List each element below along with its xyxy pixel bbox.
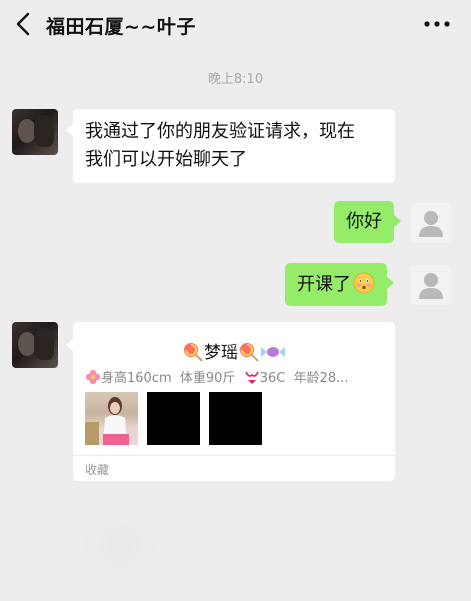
contact-card[interactable]: 梦瑶 身高160cm 体重90斤 36C 年龄28... 收藏 — [66, 322, 395, 481]
card-footer-label: 收藏 — [85, 463, 110, 477]
card-photo[interactable] — [85, 392, 138, 445]
chevron-left-icon[interactable] — [12, 10, 36, 38]
woman-photo — [85, 397, 129, 445]
card-photo[interactable] — [147, 392, 200, 445]
self-message-bubble[interactable]: 开课了 — [285, 263, 394, 306]
message-text: 开课了 — [297, 274, 351, 295]
lollipop-icon — [240, 343, 259, 362]
card-divider — [73, 455, 395, 456]
card-name: 梦瑶 — [204, 343, 238, 363]
card-height: 身高160cm — [101, 371, 172, 386]
bikini-icon — [244, 371, 259, 384]
user-placeholder-icon — [419, 273, 443, 299]
self-message-bubble[interactable]: 你好 — [334, 201, 401, 243]
background-blur — [80, 505, 160, 585]
self-avatar[interactable] — [411, 265, 451, 305]
card-weight: 体重90斤 — [179, 371, 236, 386]
card-bust: 36C — [259, 371, 286, 386]
chat-header: 福田石厦~~叶子 — [0, 0, 471, 48]
self-avatar[interactable] — [411, 203, 451, 243]
card-age: 年龄28... — [293, 371, 349, 386]
card-photo[interactable] — [209, 392, 262, 445]
message-text: 你好 — [346, 211, 382, 232]
lollipop-icon — [184, 343, 203, 362]
friend-avatar[interactable] — [12, 109, 58, 155]
chat-title: 福田石厦~~叶子 — [46, 16, 196, 38]
friend-message-bubble[interactable]: 我通过了你的朋友验证请求，现在 我们可以开始聊天了 — [66, 109, 395, 183]
card-name-row: 梦瑶 — [73, 338, 395, 363]
card-stats: 身高160cm 体重90斤 36C 年龄28... — [85, 367, 349, 386]
message-timestamp: 晚上8:10 — [207, 72, 264, 87]
message-text-line: 我通过了你的朋友验证请求，现在 — [85, 121, 355, 142]
flushed-face-emoji — [353, 272, 375, 294]
flower-icon — [85, 369, 101, 385]
message-text-line: 我们可以开始聊天了 — [85, 149, 247, 170]
ellipsis-icon[interactable] — [423, 14, 451, 34]
candy-icon — [261, 347, 285, 357]
friend-avatar[interactable] — [12, 322, 58, 368]
user-placeholder-icon — [419, 211, 443, 237]
